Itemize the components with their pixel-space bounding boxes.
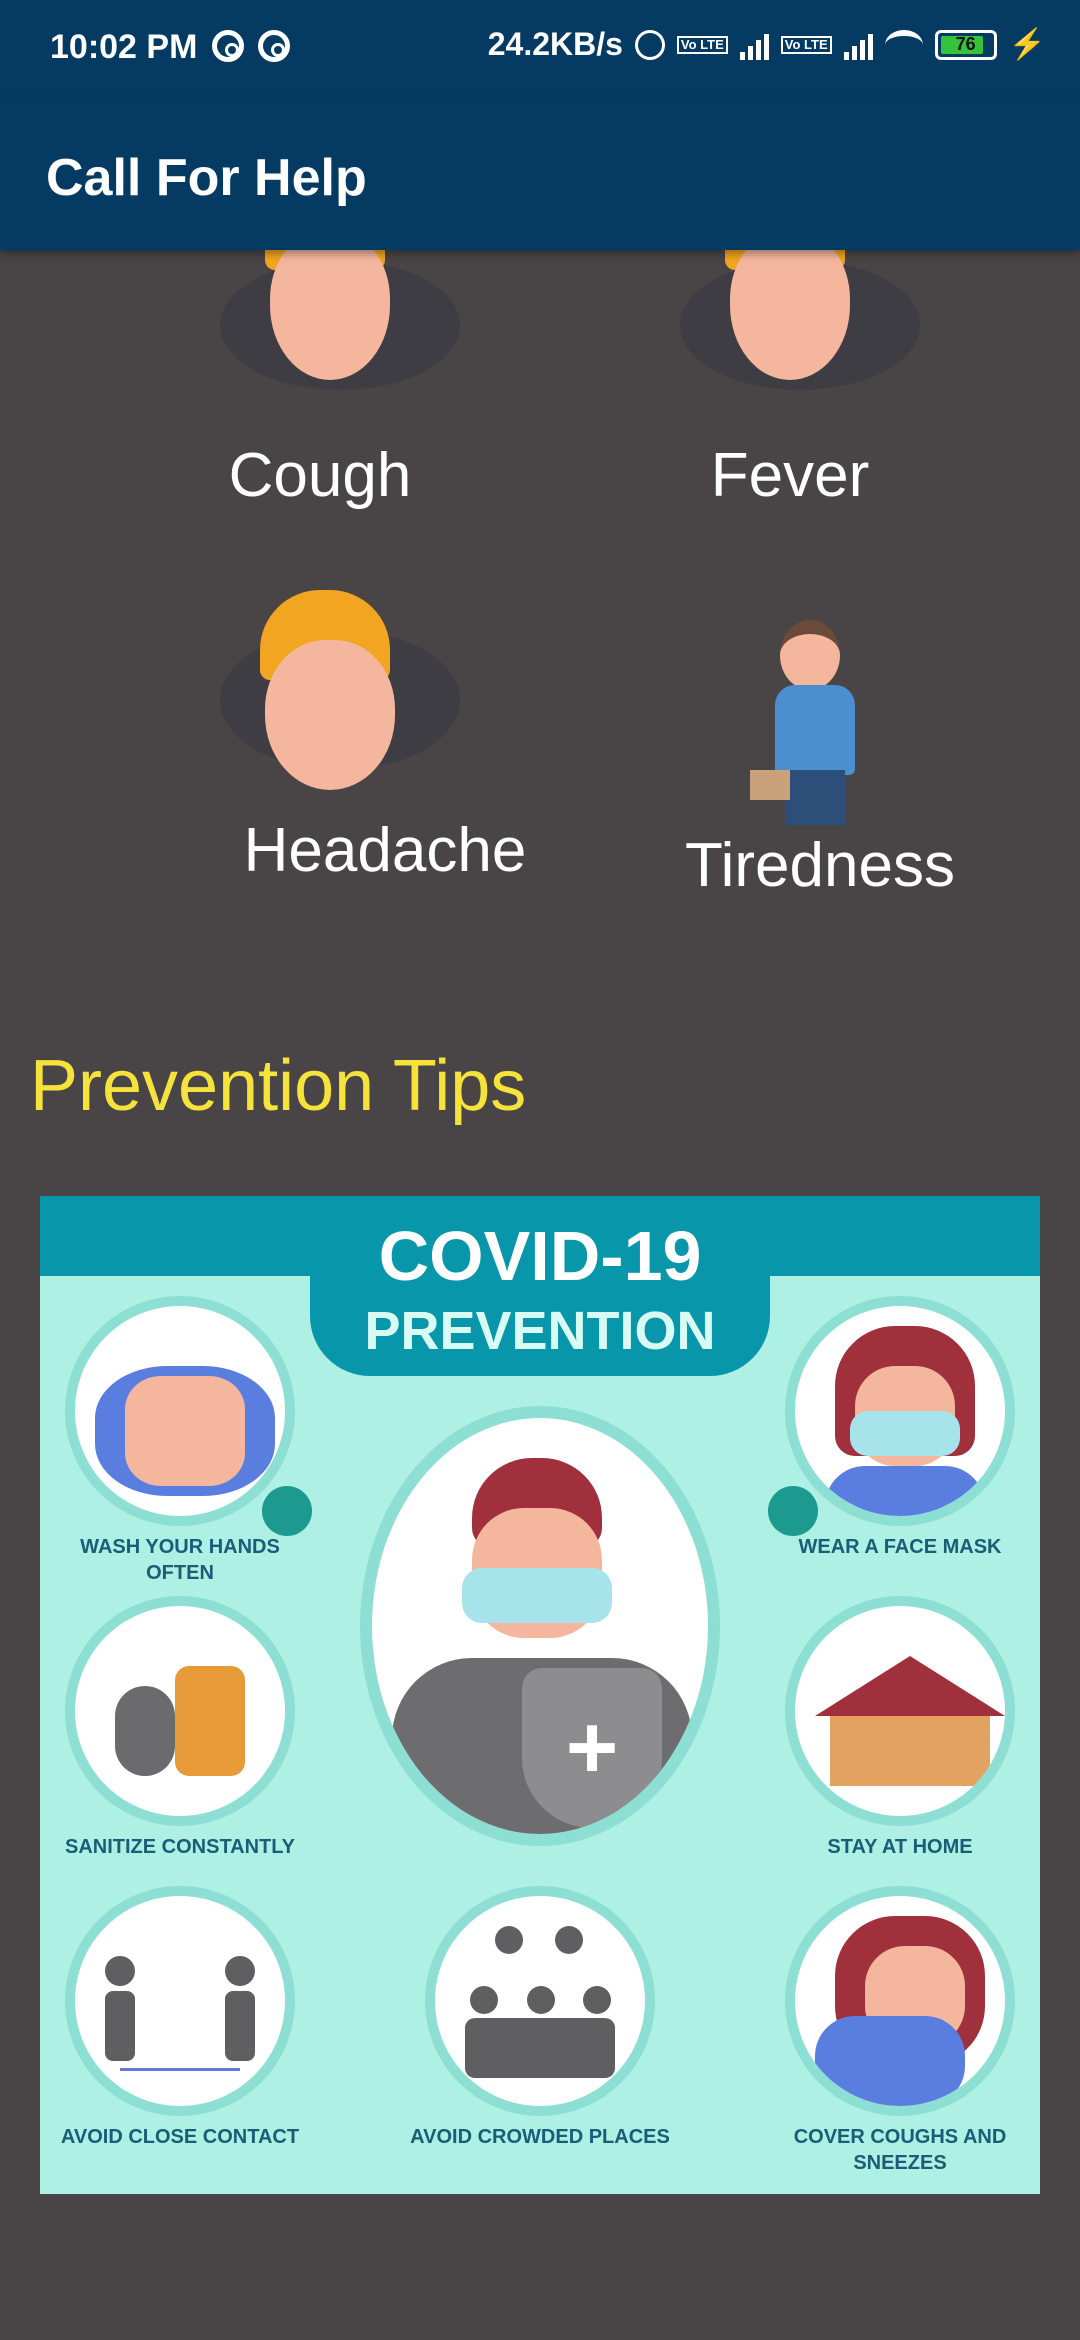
covid-prevention-poster: COVID-19 PREVENTION WASH YOUR HANDS OFTE… [40,1196,1040,2194]
tip-caption: WEAR A FACE MASK [798,1536,1002,1558]
net-speed: 24.2KB/s [487,26,623,62]
fever-face-icon [680,250,920,400]
hand-washing-icon [65,1296,295,1526]
crowd-icon [425,1886,655,2116]
scroll-content[interactable]: Cough Fever Headache Tiredness Preventio… [0,250,1080,2340]
tip-cover-coughs: COVER COUGHS AND SNEEZES [770,1886,1030,2176]
symptom-tiredness[interactable]: Tiredness [660,830,980,901]
tip-caption: STAY AT HOME [827,1836,973,1858]
poster-title: COVID-19 [378,1217,702,1295]
coughing-face-icon [220,250,460,400]
tip-sanitize: SANITIZE CONSTANTLY [50,1596,310,1860]
tip-caption: WASH YOUR HANDS OFTEN [80,1536,280,1584]
symptom-label: Cough [228,441,412,510]
tip-face-mask: WEAR A FACE MASK [770,1296,1030,1560]
notification-icons [212,30,290,62]
tip-avoid-crowds: AVOID CROWDED PLACES [410,1886,670,2150]
alarm-icon [634,29,665,60]
distance-icon [65,1886,295,2116]
tip-caption: AVOID CROWDED PLACES [410,2126,670,2148]
status-right: 24.2KB/s Vo LTE Vo LTE 76 ⚡ [488,26,1046,63]
symptom-label: Tiredness [685,831,955,900]
virus-icon [262,1486,312,1536]
status-time: 10:02 PM [50,28,198,66]
dizzy-face-icon [220,590,460,790]
battery-level: 76 [955,34,976,54]
notification-icon [258,30,290,62]
house-icon [785,1596,1015,1826]
page-title: Call For Help [46,149,367,207]
symptom-label: Fever [710,441,870,510]
tip-caption: COVER COUGHS AND SNEEZES [793,2126,1007,2174]
cover-cough-icon [785,1886,1015,2116]
wifi-icon [884,29,923,60]
tip-avoid-contact: AVOID CLOSE CONTACT [50,1886,310,2150]
signal-icon [739,30,769,60]
symptom-label: Headache [243,816,527,885]
charging-icon: ⚡ [1008,28,1046,61]
symptom-headache[interactable]: Headache [220,815,550,886]
volte-icon: Vo LTE [676,35,728,54]
tip-caption: AVOID CLOSE CONTACT [60,2126,300,2148]
signal-icon [843,30,873,60]
face-mask-icon [785,1296,1015,1526]
notification-icon [212,30,244,62]
tired-man-icon [750,620,875,830]
tip-caption: SANITIZE CONSTANTLY [64,1836,295,1858]
symptom-cough[interactable]: Cough [160,440,480,511]
tip-stay-home: STAY AT HOME [770,1596,1030,1860]
masked-man-shield-icon: + [360,1406,720,1846]
volte-icon: Vo LTE [780,35,832,54]
battery-icon: 76 [934,29,997,60]
prevention-heading: Prevention Tips [30,1046,527,1126]
app-bar: Call For Help [0,100,1080,250]
status-bar: 10:02 PM 24.2KB/s Vo LTE Vo LTE 76 ⚡ [0,0,1080,100]
sanitizer-icon [65,1596,295,1826]
symptom-fever[interactable]: Fever [630,440,950,511]
tip-wash-hands: WASH YOUR HANDS OFTEN [50,1296,310,1586]
